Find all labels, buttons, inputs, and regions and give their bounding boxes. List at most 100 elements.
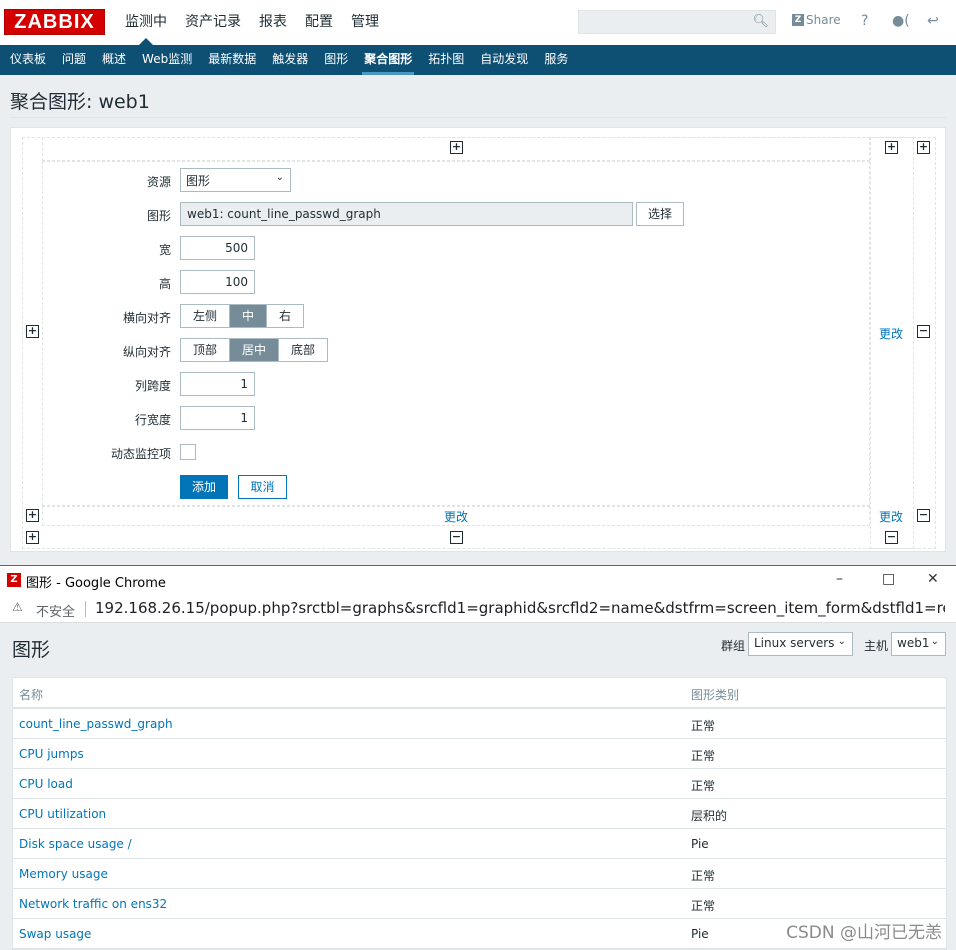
minimize-icon[interactable]: – (836, 571, 843, 587)
chevron-down-icon: ⌄ (930, 636, 939, 647)
subnav-screens[interactable]: 聚合图形 (358, 45, 418, 75)
remove-row-icon[interactable]: − (917, 325, 930, 338)
valign-bottom[interactable]: 底部 (279, 339, 328, 361)
warning-icon: ⚠ (12, 600, 23, 614)
halign-center[interactable]: 中 (230, 305, 268, 327)
subnav-discovery[interactable]: 自动发现 (474, 45, 534, 75)
colspan-input[interactable]: 1 (180, 372, 255, 396)
graph-field: web1: count_line_passwd_graph (180, 202, 633, 226)
graph-link[interactable]: Disk space usage / (19, 837, 132, 851)
table-header: 名称 图形类别 (13, 678, 946, 709)
resource-select[interactable]: 图形 ⌄ (180, 168, 291, 192)
subnav-graphs[interactable]: 图形 (318, 45, 354, 75)
zabbix-favicon-icon: Z (7, 573, 21, 587)
url-text[interactable]: 192.168.26.15/popup.php?srctbl=graphs&sr… (95, 599, 945, 617)
valign-label: 纵向对齐 (122, 345, 171, 359)
table-row: Memory usage 正常 (13, 859, 946, 889)
popup-window: Z 图形 - Google Chrome – □ ✕ ⚠ 不安全 192.168… (0, 565, 956, 950)
title-divider (10, 117, 946, 118)
column-name[interactable]: 名称 (19, 686, 43, 703)
add-row-icon[interactable]: + (26, 325, 39, 338)
graph-link[interactable]: CPU utilization (19, 807, 106, 821)
graph-link[interactable]: count_line_passwd_graph (19, 717, 173, 731)
graph-type: 层积的 (691, 809, 728, 823)
menu-inventory[interactable]: 资产记录 (178, 0, 248, 45)
change-link-bottom[interactable]: 更改 (444, 508, 468, 525)
subnav-latest-data[interactable]: 最新数据 (202, 45, 262, 75)
menu-monitoring[interactable]: 监测中 (118, 0, 174, 45)
host-select[interactable]: web1 ⌄ (891, 632, 946, 656)
resource-value: 图形 (186, 174, 211, 188)
sub-navigation: 仪表板 问题 概述 Web监测 最新数据 触发器 图形 聚合图形 拓扑图 自动发… (0, 45, 956, 75)
add-column-icon[interactable]: + (450, 141, 463, 154)
address-bar[interactable]: ⚠ 不安全 192.168.26.15/popup.php?srctbl=gra… (0, 595, 956, 623)
add-row-bottom-icon[interactable]: + (26, 509, 39, 522)
graph-link[interactable]: CPU load (19, 777, 73, 791)
chevron-down-icon: ⌄ (837, 636, 846, 647)
subnav-web[interactable]: Web监测 (136, 45, 198, 75)
menu-reports[interactable]: 报表 (252, 0, 294, 45)
zabbix-logo[interactable]: ZABBIX (4, 9, 105, 35)
window-titlebar: Z 图形 - Google Chrome – □ ✕ (0, 566, 956, 595)
height-input[interactable]: 100 (180, 270, 255, 294)
page-title: 聚合图形: web1 (10, 91, 150, 113)
halign-toggle: 左侧 中 右 (180, 304, 305, 328)
remove-row-bottom-icon[interactable]: − (917, 509, 930, 522)
graph-type: 正常 (691, 749, 716, 763)
share-button[interactable]: Z Share (792, 13, 841, 27)
add-column-right-icon[interactable]: + (885, 141, 898, 154)
width-input[interactable]: 500 (180, 236, 255, 260)
halign-label: 横向对齐 (122, 311, 171, 325)
menu-administration[interactable]: 管理 (344, 0, 386, 45)
group-select[interactable]: Linux servers ⌄ (748, 632, 853, 656)
graph-type: Pie (691, 927, 709, 941)
graph-link[interactable]: Swap usage (19, 927, 91, 941)
rowspan-input[interactable]: 1 (180, 406, 255, 430)
graph-type: 正常 (691, 779, 716, 793)
graph-link[interactable]: Network traffic on ens32 (19, 897, 167, 911)
dynamic-checkbox[interactable] (180, 444, 196, 460)
valign-middle[interactable]: 居中 (230, 339, 280, 361)
change-link-right[interactable]: 更改 (879, 325, 903, 342)
table-row: Disk space usage / Pie (13, 829, 946, 859)
graph-type: 正常 (691, 869, 716, 883)
menu-configuration[interactable]: 配置 (298, 0, 340, 45)
halign-right[interactable]: 右 (267, 305, 304, 327)
dynamic-label: 动态监控项 (110, 447, 171, 461)
logout-icon[interactable]: ↩ (927, 13, 939, 29)
halign-left[interactable]: 左侧 (181, 305, 231, 327)
add-button[interactable]: 添加 (180, 475, 228, 499)
subnav-problems[interactable]: 问题 (56, 45, 92, 75)
add-row-end-icon[interactable]: + (26, 531, 39, 544)
help-icon[interactable]: ? (861, 13, 868, 29)
subnav-services[interactable]: 服务 (538, 45, 574, 75)
graph-link[interactable]: CPU jumps (19, 747, 84, 761)
group-value: Linux servers (754, 636, 835, 650)
change-link-corner[interactable]: 更改 (879, 508, 903, 525)
graph-link[interactable]: Memory usage (19, 867, 108, 881)
search-icon[interactable]: 🔍︎ (752, 14, 769, 29)
table-row: CPU utilization 层积的 (13, 799, 946, 829)
remove-column-right-icon[interactable]: − (885, 531, 898, 544)
subnav-triggers[interactable]: 触发器 (266, 45, 314, 75)
remove-column-icon[interactable]: − (450, 531, 463, 544)
maximize-icon[interactable]: □ (882, 571, 895, 587)
support-icon[interactable]: ●( (892, 13, 910, 29)
close-icon[interactable]: ✕ (927, 571, 939, 587)
screen-edit-panel: + + + + − 更改 + 更改 更改 − + − − 资源 图形 ⌄ 图形 … (10, 127, 946, 552)
subnav-dashboard[interactable]: 仪表板 (4, 45, 52, 75)
subnav-maps[interactable]: 拓扑图 (422, 45, 470, 75)
search-input[interactable]: 🔍︎ (578, 10, 776, 34)
cancel-button[interactable]: 取消 (238, 475, 287, 499)
popup-title: 图形 (12, 639, 51, 661)
valign-toggle: 顶部 居中 底部 (180, 338, 329, 362)
window-title: 图形 - Google Chrome (26, 576, 166, 591)
select-button[interactable]: 选择 (636, 202, 684, 226)
add-column-end-icon[interactable]: + (917, 141, 930, 154)
chevron-down-icon: ⌄ (275, 172, 284, 183)
share-icon: Z (792, 14, 804, 26)
subnav-overview[interactable]: 概述 (96, 45, 132, 75)
valign-top[interactable]: 顶部 (181, 339, 231, 361)
rowspan-label: 行宽度 (134, 413, 171, 427)
graph-label: 图形 (146, 209, 171, 223)
